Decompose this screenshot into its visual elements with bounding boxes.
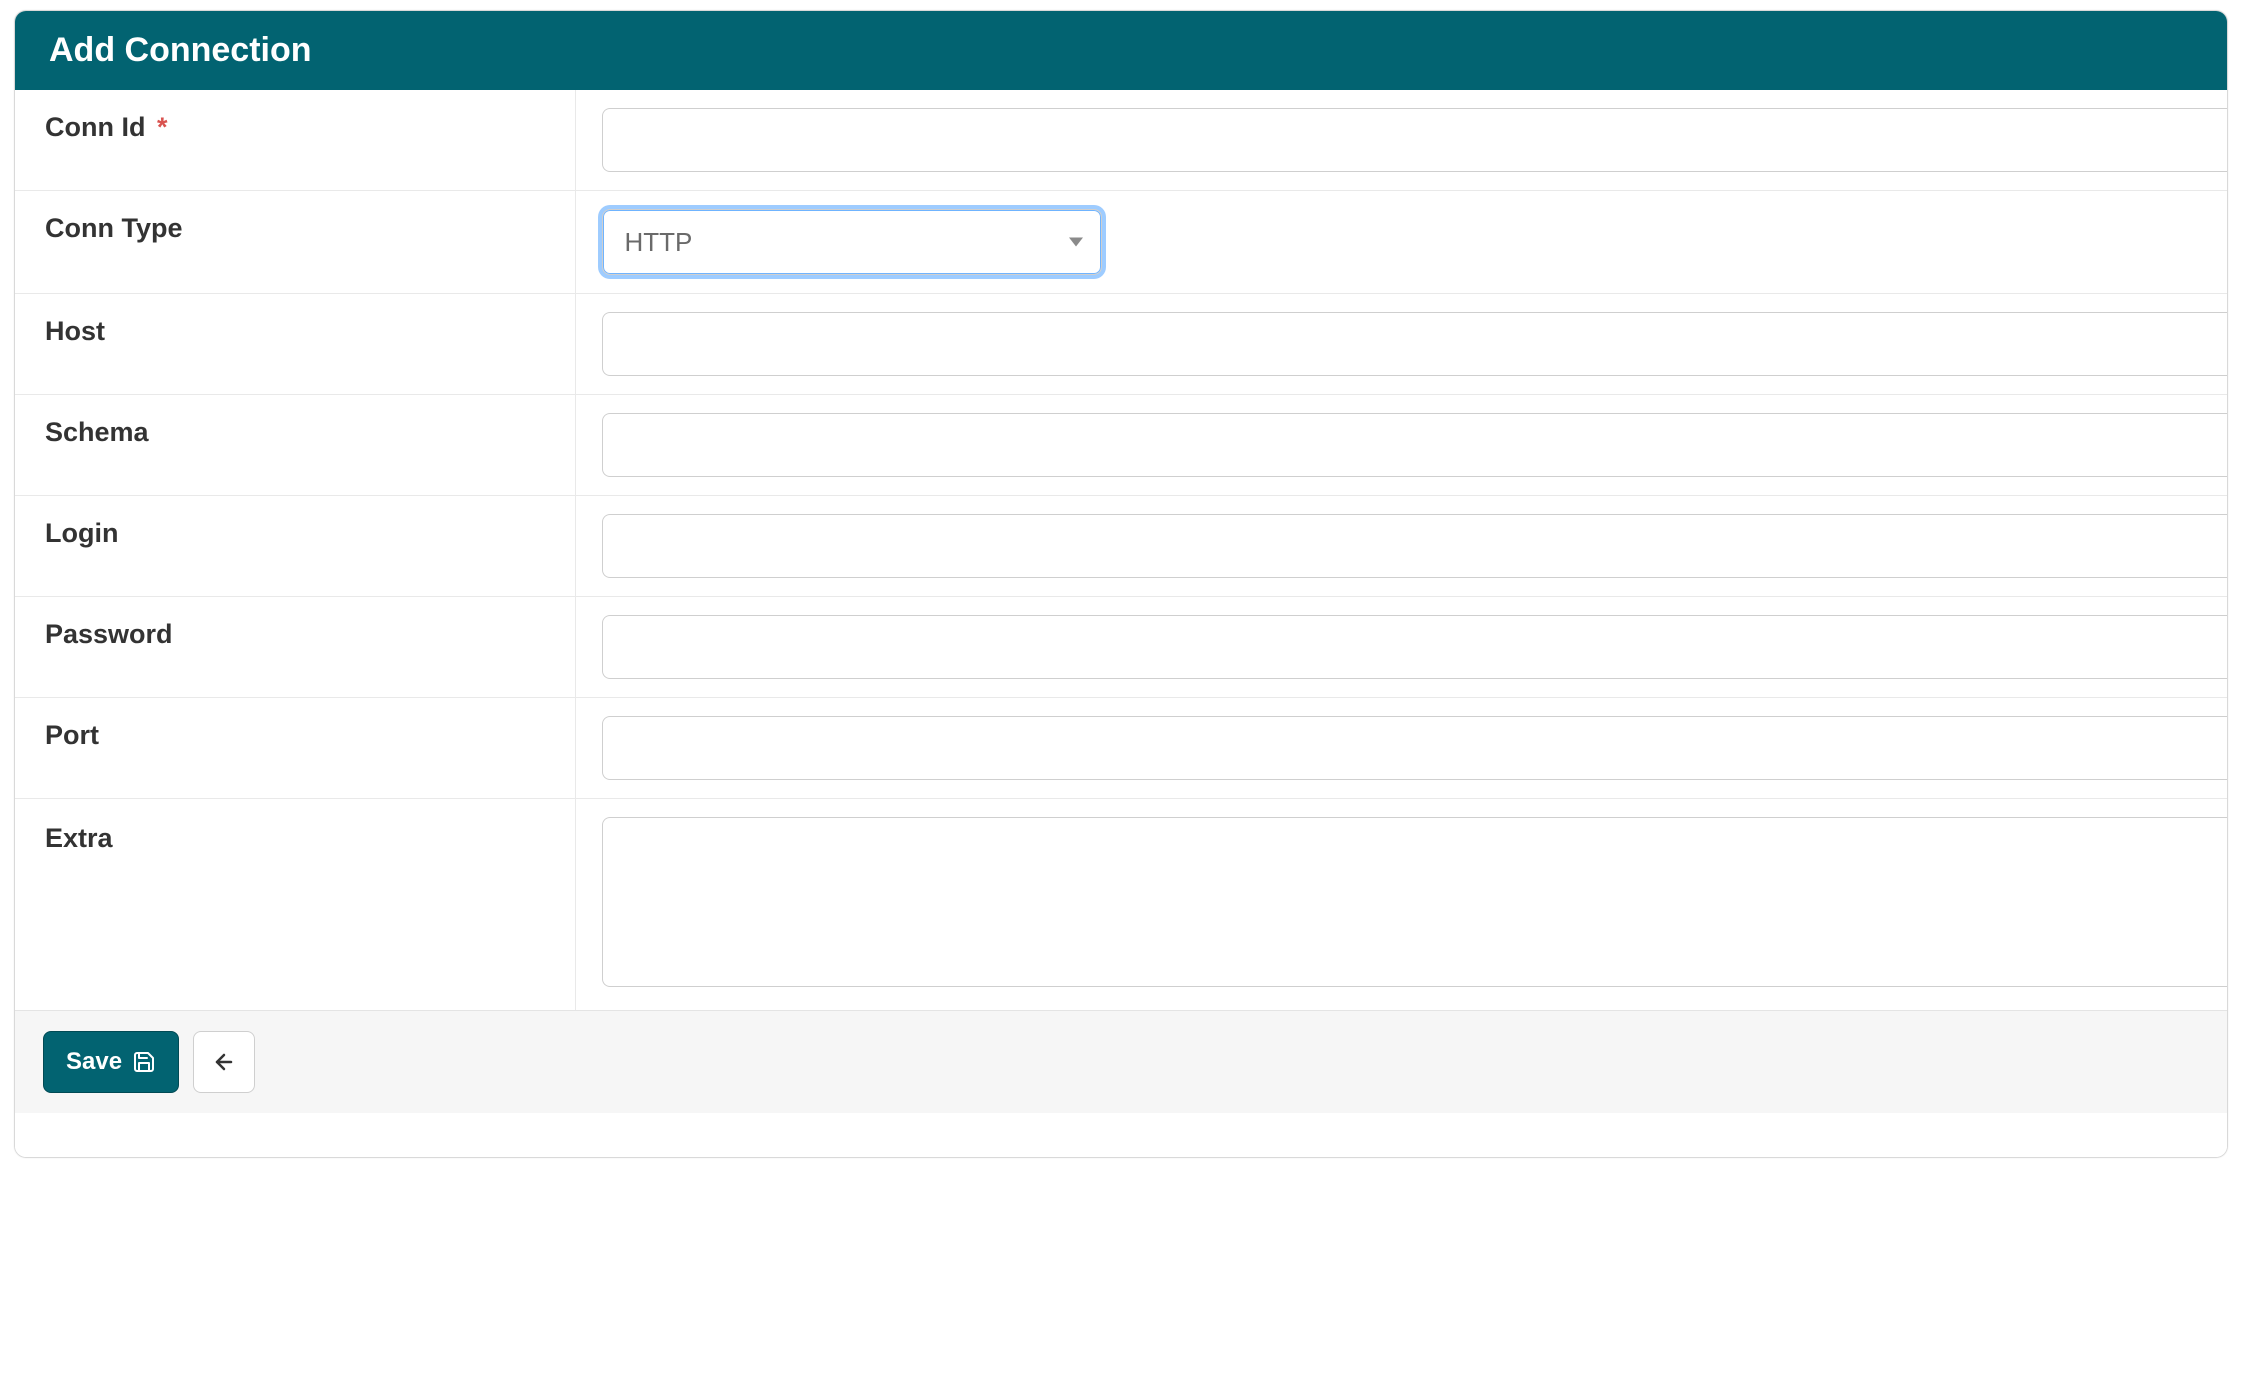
chevron-down-icon	[1069, 238, 1083, 247]
arrow-left-icon	[212, 1050, 236, 1074]
add-connection-panel: Add Connection Conn Id * Conn Type HTT	[14, 10, 2228, 1158]
label-text-host: Host	[45, 316, 105, 346]
row-password: Password	[15, 597, 2227, 698]
back-button[interactable]	[193, 1031, 255, 1093]
label-text-password: Password	[45, 619, 173, 649]
required-star-icon: *	[157, 112, 168, 142]
row-conn-id: Conn Id *	[15, 90, 2227, 191]
conn-id-input[interactable]	[602, 108, 2228, 172]
schema-input[interactable]	[602, 413, 2228, 477]
save-icon	[132, 1050, 156, 1074]
label-port: Port	[15, 698, 575, 799]
label-schema: Schema	[15, 395, 575, 496]
conn-type-select[interactable]: HTTP	[602, 209, 1102, 275]
label-text-extra: Extra	[45, 823, 113, 853]
row-extra: Extra	[15, 799, 2227, 1011]
row-conn-type: Conn Type HTTP	[15, 191, 2227, 294]
panel-footer: Save	[15, 1010, 2227, 1113]
port-input[interactable]	[602, 716, 2228, 780]
conn-type-selected: HTTP	[625, 227, 693, 258]
panel-header: Add Connection	[15, 11, 2227, 90]
connection-form: Conn Id * Conn Type HTTP	[15, 90, 2227, 1010]
label-text-conn-id: Conn Id	[45, 112, 145, 142]
extra-textarea[interactable]	[602, 817, 2228, 987]
label-host: Host	[15, 294, 575, 395]
login-input[interactable]	[602, 514, 2228, 578]
panel-title: Add Connection	[49, 31, 312, 69]
label-conn-type: Conn Type	[15, 191, 575, 294]
row-schema: Schema	[15, 395, 2227, 496]
row-port: Port	[15, 698, 2227, 799]
label-text-port: Port	[45, 720, 99, 750]
label-password: Password	[15, 597, 575, 698]
label-text-login: Login	[45, 518, 118, 548]
host-input[interactable]	[602, 312, 2228, 376]
label-extra: Extra	[15, 799, 575, 1011]
save-button-label: Save	[66, 1048, 122, 1076]
row-login: Login	[15, 496, 2227, 597]
password-input[interactable]	[602, 615, 2228, 679]
label-login: Login	[15, 496, 575, 597]
save-button[interactable]: Save	[43, 1031, 179, 1093]
label-text-schema: Schema	[45, 417, 149, 447]
label-conn-id: Conn Id *	[15, 90, 575, 191]
row-host: Host	[15, 294, 2227, 395]
footer-spacer	[15, 1113, 2227, 1157]
label-text-conn-type: Conn Type	[45, 213, 183, 243]
